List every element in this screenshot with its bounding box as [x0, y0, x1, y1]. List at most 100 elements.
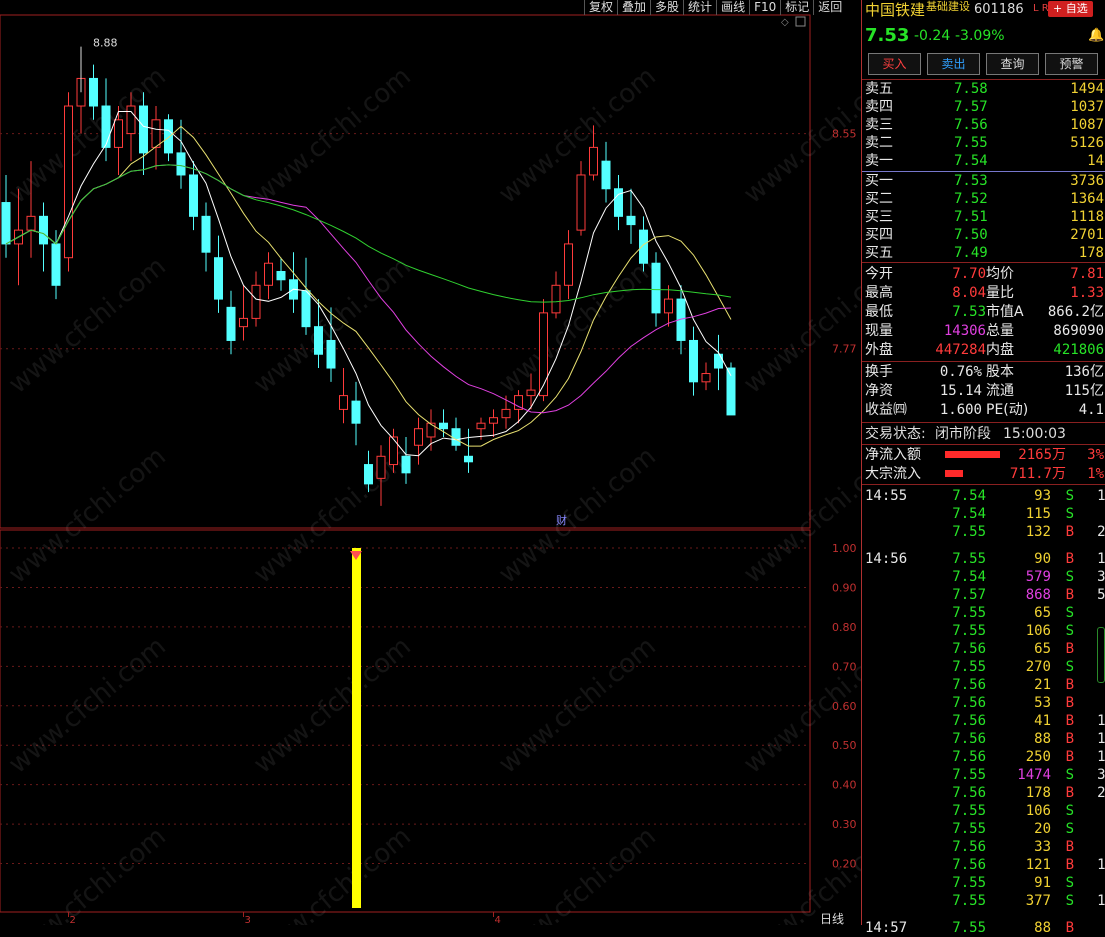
tick-side: B — [1065, 677, 1074, 693]
bid-label: 买一 — [865, 173, 893, 189]
tick-volume: 88 — [1034, 920, 1051, 936]
tick-time: 14:56 — [865, 551, 908, 567]
diamond-icon: ◇ — [781, 17, 789, 28]
flow-row: 大宗流入 711.7万 1% — [862, 465, 1105, 483]
candle-body — [539, 312, 548, 397]
watermark-text: www.cfchi.com — [3, 821, 172, 925]
toolbar-item-7[interactable]: 返回 — [813, 0, 846, 15]
indicator-axis-label: 0.80 — [832, 621, 857, 634]
kline-chart[interactable]: www.cfchi.com www.cfchi.com www.cfchi.com w… — [0, 0, 861, 925]
candle-body — [251, 284, 261, 319]
tick-time: 14:55 — [865, 488, 908, 504]
candle-body — [326, 339, 336, 369]
candle-body — [501, 408, 511, 419]
toolbar-item-0[interactable]: 复权 — [584, 0, 617, 15]
candle-body — [139, 105, 148, 154]
stat-label: 内盘 — [986, 342, 1014, 358]
ask-label: 卖一 — [865, 153, 893, 169]
stat-value: 447284 — [935, 342, 986, 358]
watermark-text: www.cfchi.com — [493, 821, 662, 925]
watermark-text: www.cfchi.com — [3, 441, 172, 589]
tick-row: 7.5653B5 — [862, 694, 1105, 712]
tick-side: B — [1065, 551, 1074, 567]
bid-price: 7.52 — [954, 191, 988, 207]
tick-side: S — [1065, 506, 1074, 522]
toolbar-item-1[interactable]: 叠加 — [617, 0, 650, 15]
stat-value: 14306 — [943, 323, 986, 339]
tick-volume: 33 — [1034, 839, 1051, 855]
candle-body — [476, 422, 486, 430]
toolbar-item-2[interactable]: 多股 — [650, 0, 683, 15]
indicator-axis-label: 0.60 — [832, 700, 857, 713]
stat-value: 7.70 — [952, 266, 986, 282]
tick-price: 7.54 — [952, 488, 986, 504]
bell-icon[interactable]: 🔔 — [1088, 27, 1104, 45]
tick-row: 7.57 868 B 58 — [862, 586, 1105, 604]
tick-volume: 21 — [1034, 677, 1051, 693]
price-line: 7.53 -0.24 -3.09% 🔔 — [862, 27, 1105, 47]
toolbar-item-6[interactable]: 标记 — [780, 0, 813, 15]
x-axis-label: 2 — [70, 915, 76, 925]
tick-row: 7.56 121 B 11 — [862, 856, 1105, 874]
tick-volume: 88 — [1034, 731, 1051, 747]
toolbar-item-5[interactable]: F10 — [749, 0, 780, 15]
stat-value: 421806 — [1053, 342, 1104, 358]
tick-price: 7.55 — [952, 605, 986, 621]
tick-volume: 868 — [1025, 587, 1051, 603]
candle-body — [701, 373, 711, 383]
candle-body — [551, 284, 561, 314]
candle-body — [714, 353, 723, 369]
fund-value: 0.76% — [939, 364, 982, 380]
stat-row: 外盘 447284 内盘 421806 — [862, 341, 1105, 359]
alert-button[interactable]: 预警 — [1045, 53, 1098, 75]
stat-value: 1.33 — [1070, 285, 1104, 301]
trade-status-label: 交易状态: — [865, 426, 926, 442]
tick-row: 7.54115S9 — [862, 505, 1105, 523]
candle-body — [401, 455, 411, 474]
toolbar-item-3[interactable]: 统计 — [683, 0, 716, 15]
tick-volume: 132 — [1025, 524, 1051, 540]
tick-count: 16 — [1097, 893, 1105, 909]
flow-row: 净流入额 2165万 3% — [862, 446, 1105, 464]
candle-body — [189, 174, 198, 217]
tick-volume: 65 — [1034, 641, 1051, 657]
candle-body — [164, 119, 173, 154]
tick-volume: 377 — [1025, 893, 1051, 909]
tick-row: 7.5621B5 — [862, 676, 1105, 694]
ask-label: 卖四 — [865, 99, 893, 115]
buy-button[interactable]: 买入 — [868, 53, 921, 75]
query-button[interactable]: 查询 — [986, 53, 1039, 75]
bid-row: 买三 7.51 1118 — [862, 208, 1105, 226]
add-favorite-button[interactable]: + 自选 — [1048, 1, 1093, 17]
watermark-text: www.cfchi.com — [248, 251, 417, 399]
watermark-text: www.cfchi.com — [248, 61, 417, 209]
stock-code: 601186 — [974, 2, 1024, 17]
stat-label: 今开 — [865, 266, 893, 282]
candle-body — [239, 317, 248, 328]
trade-status: 交易状态: 闭市阶段 15:00:03 — [862, 425, 1105, 443]
tick-count: 22 — [1097, 785, 1105, 801]
tick-volume: 41 — [1034, 713, 1051, 729]
stat-row: 最低 7.53 市值A 866.2亿 — [862, 303, 1105, 321]
ask-volume: 1494 — [1070, 81, 1104, 97]
flow-label: 大宗流入 — [865, 466, 921, 482]
ask-row: 卖三 7.56 1087 — [862, 116, 1105, 134]
finance-marker: 财 — [556, 513, 567, 527]
fund-value: 15.14 — [939, 383, 982, 399]
tick-price: 7.55 — [952, 551, 986, 567]
flow-label: 净流入额 — [865, 447, 921, 463]
tick-count: 11 — [1097, 713, 1105, 729]
tick-row: 7.55 377 S 16 — [862, 892, 1105, 910]
tick-count: 34 — [1097, 767, 1105, 783]
stat-label: 总量 — [986, 323, 1014, 339]
ask-price: 7.55 — [954, 135, 988, 151]
scrollbar-handle[interactable] — [1097, 627, 1105, 683]
sell-button[interactable]: 卖出 — [927, 53, 980, 75]
tick-row: 7.55 1474 S 34 — [862, 766, 1105, 784]
toolbar-item-4[interactable]: 画线 — [716, 0, 749, 15]
watermark-text: www.cfchi.com — [738, 821, 861, 925]
tick-price: 7.57 — [952, 587, 986, 603]
stock-sector[interactable]: 基础建设 — [926, 0, 970, 16]
tick-volume: 250 — [1025, 749, 1051, 765]
stat-row: 现量 14306 总量 869090 — [862, 322, 1105, 340]
